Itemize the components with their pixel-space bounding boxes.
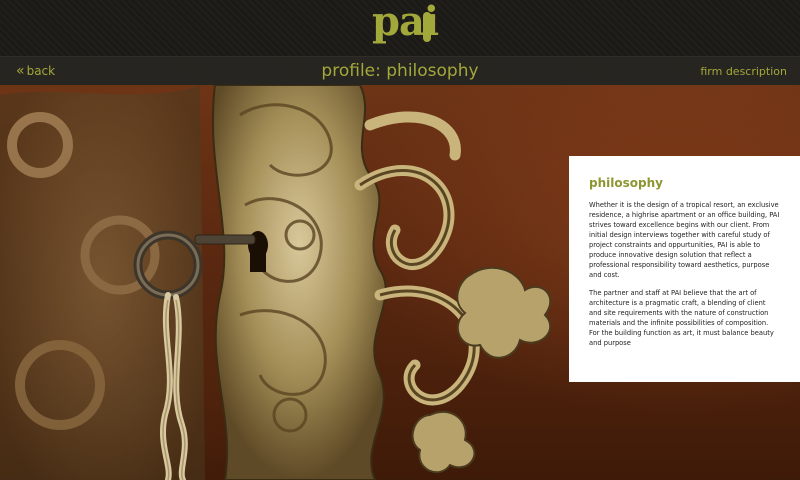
panel-heading: philosophy xyxy=(589,176,663,190)
header: pai « back profile: philosophy firm desc… xyxy=(0,0,800,85)
panel-paragraph: The partner and staff at PAI believe tha… xyxy=(589,289,774,347)
logo-mark-icon xyxy=(423,12,431,42)
back-button[interactable]: « back xyxy=(16,64,55,78)
back-label: back xyxy=(26,64,56,78)
panel-paragraph: Whether it is the design of a tropical r… xyxy=(589,201,780,279)
page-title: profile: philosophy xyxy=(321,61,479,81)
app-screen: pai « back profile: philosophy firm desc… xyxy=(0,0,800,480)
pai-logo[interactable]: pai xyxy=(372,0,439,52)
firm-description-link[interactable]: firm description xyxy=(700,65,787,78)
nav-bar: « back profile: philosophy firm descript… xyxy=(0,56,800,85)
double-chevron-left-icon: « xyxy=(16,63,25,79)
philosophy-panel: philosophy Whether it is the design of a… xyxy=(569,156,800,382)
